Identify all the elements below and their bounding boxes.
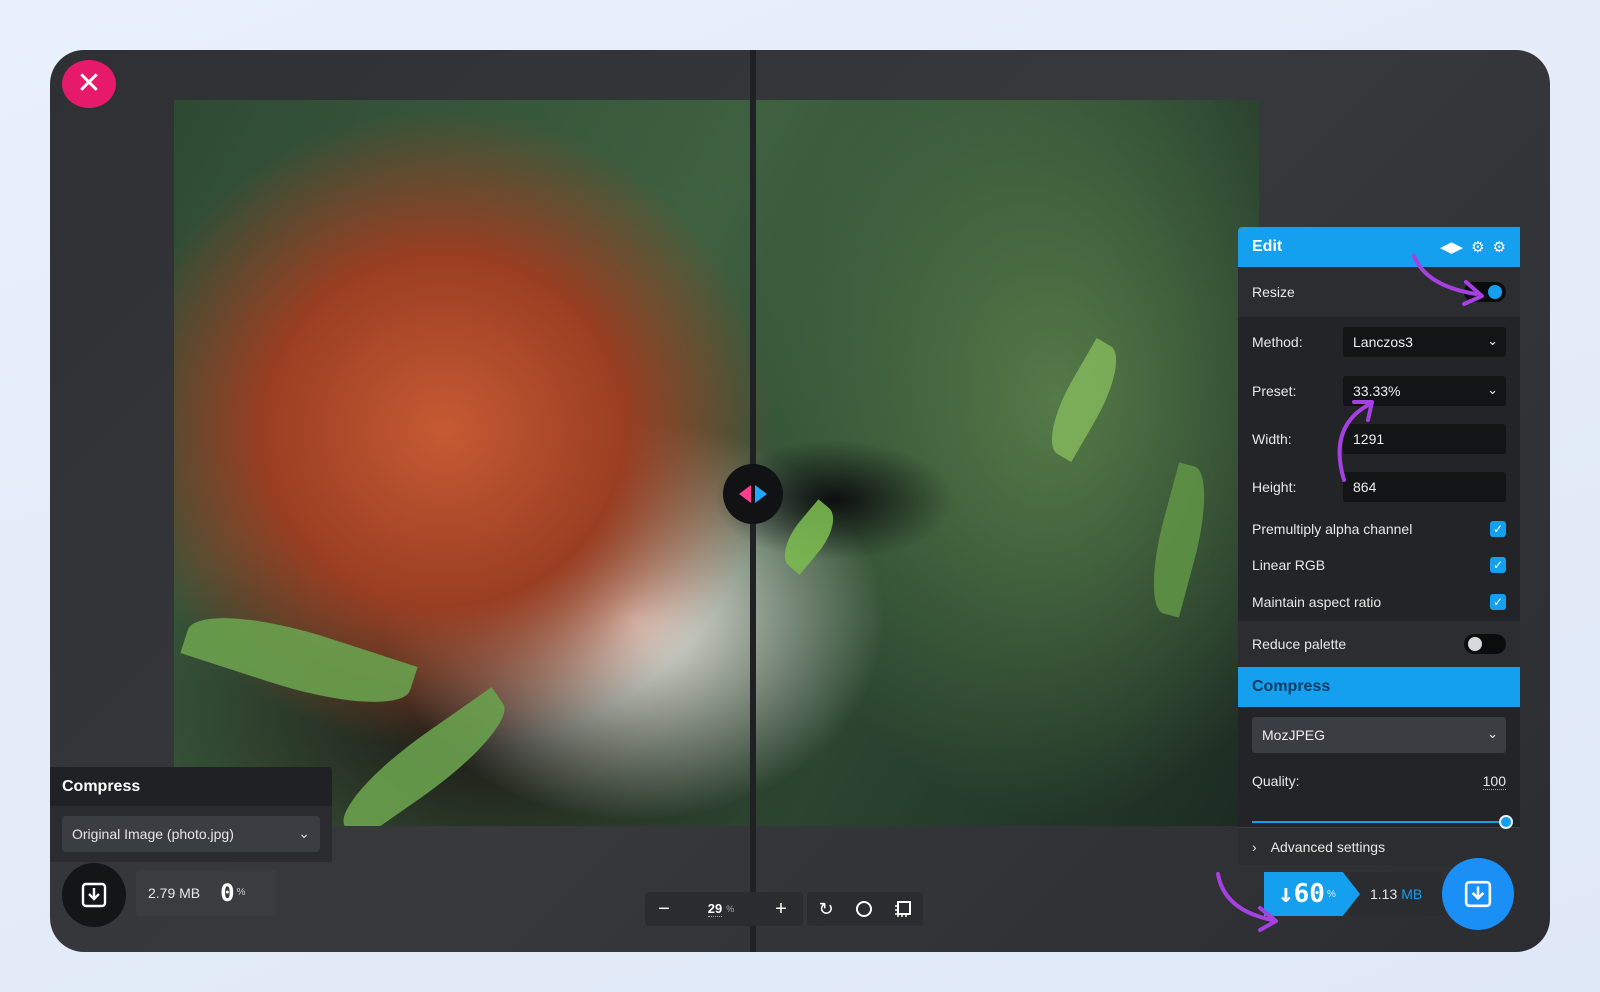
rotate-button[interactable]: ↻ xyxy=(807,892,845,926)
leaf-shape xyxy=(1036,338,1132,462)
close-button[interactable]: ✕ xyxy=(62,60,116,108)
frame-icon xyxy=(895,901,911,917)
savings-value: 60 xyxy=(1293,879,1325,909)
download-icon xyxy=(1464,880,1492,908)
quality-label: Quality: xyxy=(1252,773,1300,789)
savings-unit: % xyxy=(1326,888,1336,900)
linear-rgb-checkbox[interactable]: ✓ xyxy=(1490,557,1506,573)
circle-icon xyxy=(856,901,872,917)
download-original-button[interactable] xyxy=(62,863,126,927)
settings-copy-icon[interactable]: ⚙ xyxy=(1471,238,1484,256)
leaf-shape xyxy=(773,499,845,575)
linear-rgb-label: Linear RGB xyxy=(1252,557,1326,573)
chevron-down-icon: ⌄ xyxy=(1487,726,1498,741)
quality-slider[interactable] xyxy=(1252,815,1513,829)
leaf-shape xyxy=(1140,462,1218,618)
download-icon xyxy=(81,882,107,908)
chevron-right-icon: › xyxy=(1252,838,1257,855)
chevron-down-icon: ⌄ xyxy=(1487,333,1498,348)
compressed-size-value: 1.13 xyxy=(1370,886,1398,902)
method-label: Method: xyxy=(1252,334,1303,350)
edit-title: Edit xyxy=(1252,238,1283,255)
compress-title: Compress xyxy=(1238,667,1520,707)
savings-badge: ↓60% xyxy=(1264,872,1360,916)
compressed-size-readout: 1.13 MB xyxy=(1350,872,1442,916)
preset-value: 33.33% xyxy=(1353,383,1401,399)
compare-icon[interactable]: ◀▶ xyxy=(1440,238,1463,256)
preset-select[interactable]: 33.33% ⌄ xyxy=(1343,376,1506,406)
savings-arrow: ↓ xyxy=(1278,879,1294,909)
chevron-down-icon: ⌄ xyxy=(298,825,310,841)
original-size-value: 2.79 MB xyxy=(148,885,201,901)
height-input[interactable]: 864 xyxy=(1343,472,1506,502)
zoom-toolbar: − 29 % + ↻ xyxy=(645,892,923,926)
arrow-left-icon xyxy=(739,485,751,503)
quality-slider-fill xyxy=(1252,821,1506,823)
preset-label: Preset: xyxy=(1252,383,1297,399)
settings-icon[interactable]: ⚙ xyxy=(1493,238,1506,256)
zoom-unit: % xyxy=(726,904,735,914)
background-toggle-button[interactable] xyxy=(845,892,883,926)
source-image-value: Original Image (photo.jpg) xyxy=(72,826,234,842)
compare-slider-handle[interactable] xyxy=(723,464,783,524)
left-compress-title: Compress xyxy=(50,767,332,806)
reduce-palette-label: Reduce palette xyxy=(1252,636,1347,652)
height-label: Height: xyxy=(1252,479,1297,495)
codec-value: MozJPEG xyxy=(1262,727,1326,743)
resize-toggle[interactable] xyxy=(1464,282,1506,302)
aspect-ratio-label: Maintain aspect ratio xyxy=(1252,594,1382,610)
quality-value[interactable]: 100 xyxy=(1482,773,1506,790)
zoom-in-button[interactable]: + xyxy=(759,892,803,926)
original-percent-unit: % xyxy=(236,887,246,899)
download-compressed-button[interactable] xyxy=(1442,858,1514,930)
zoom-out-button[interactable]: − xyxy=(645,892,683,926)
premultiply-checkbox[interactable]: ✓ xyxy=(1490,521,1506,537)
width-input[interactable]: 1291 xyxy=(1343,424,1506,454)
advanced-settings-label: Advanced settings xyxy=(1270,838,1386,855)
app-window: ✕ Compress Original Image (photo.jpg) ⌄ … xyxy=(50,50,1550,952)
quality-slider-thumb[interactable] xyxy=(1499,815,1513,829)
codec-select[interactable]: MozJPEG ⌄ xyxy=(1252,717,1506,753)
rotate-icon: ↻ xyxy=(818,898,834,919)
width-label: Width: xyxy=(1252,431,1292,447)
compressed-size-unit: MB xyxy=(1401,886,1423,902)
method-select[interactable]: Lanczos3 ⌄ xyxy=(1343,327,1506,357)
aspect-ratio-checkbox[interactable]: ✓ xyxy=(1490,594,1506,610)
original-size-readout: 2.79 MB 0% xyxy=(136,870,277,916)
zoom-value: 29 xyxy=(707,901,723,917)
leaf-shape xyxy=(327,687,521,826)
original-percent-value: 0 xyxy=(220,879,235,907)
fit-screen-button[interactable] xyxy=(883,892,923,926)
arrow-right-icon xyxy=(755,485,767,503)
reduce-palette-toggle[interactable] xyxy=(1464,634,1506,654)
method-value: Lanczos3 xyxy=(1353,334,1413,350)
comparison-image[interactable] xyxy=(174,100,1259,826)
zoom-level-input[interactable]: 29 % xyxy=(683,892,759,926)
source-image-select[interactable]: Original Image (photo.jpg) ⌄ xyxy=(62,816,320,852)
chevron-down-icon: ⌄ xyxy=(1487,382,1498,397)
left-compress-panel: Compress Original Image (photo.jpg) ⌄ xyxy=(50,767,332,862)
leaf-shape xyxy=(180,595,418,725)
resize-label: Resize xyxy=(1252,284,1295,300)
premultiply-label: Premultiply alpha channel xyxy=(1252,521,1413,537)
edit-panel: Edit ◀▶ ⚙ ⚙ Resize Method: Lanczos3 ⌄ Pr… xyxy=(1238,227,1520,865)
